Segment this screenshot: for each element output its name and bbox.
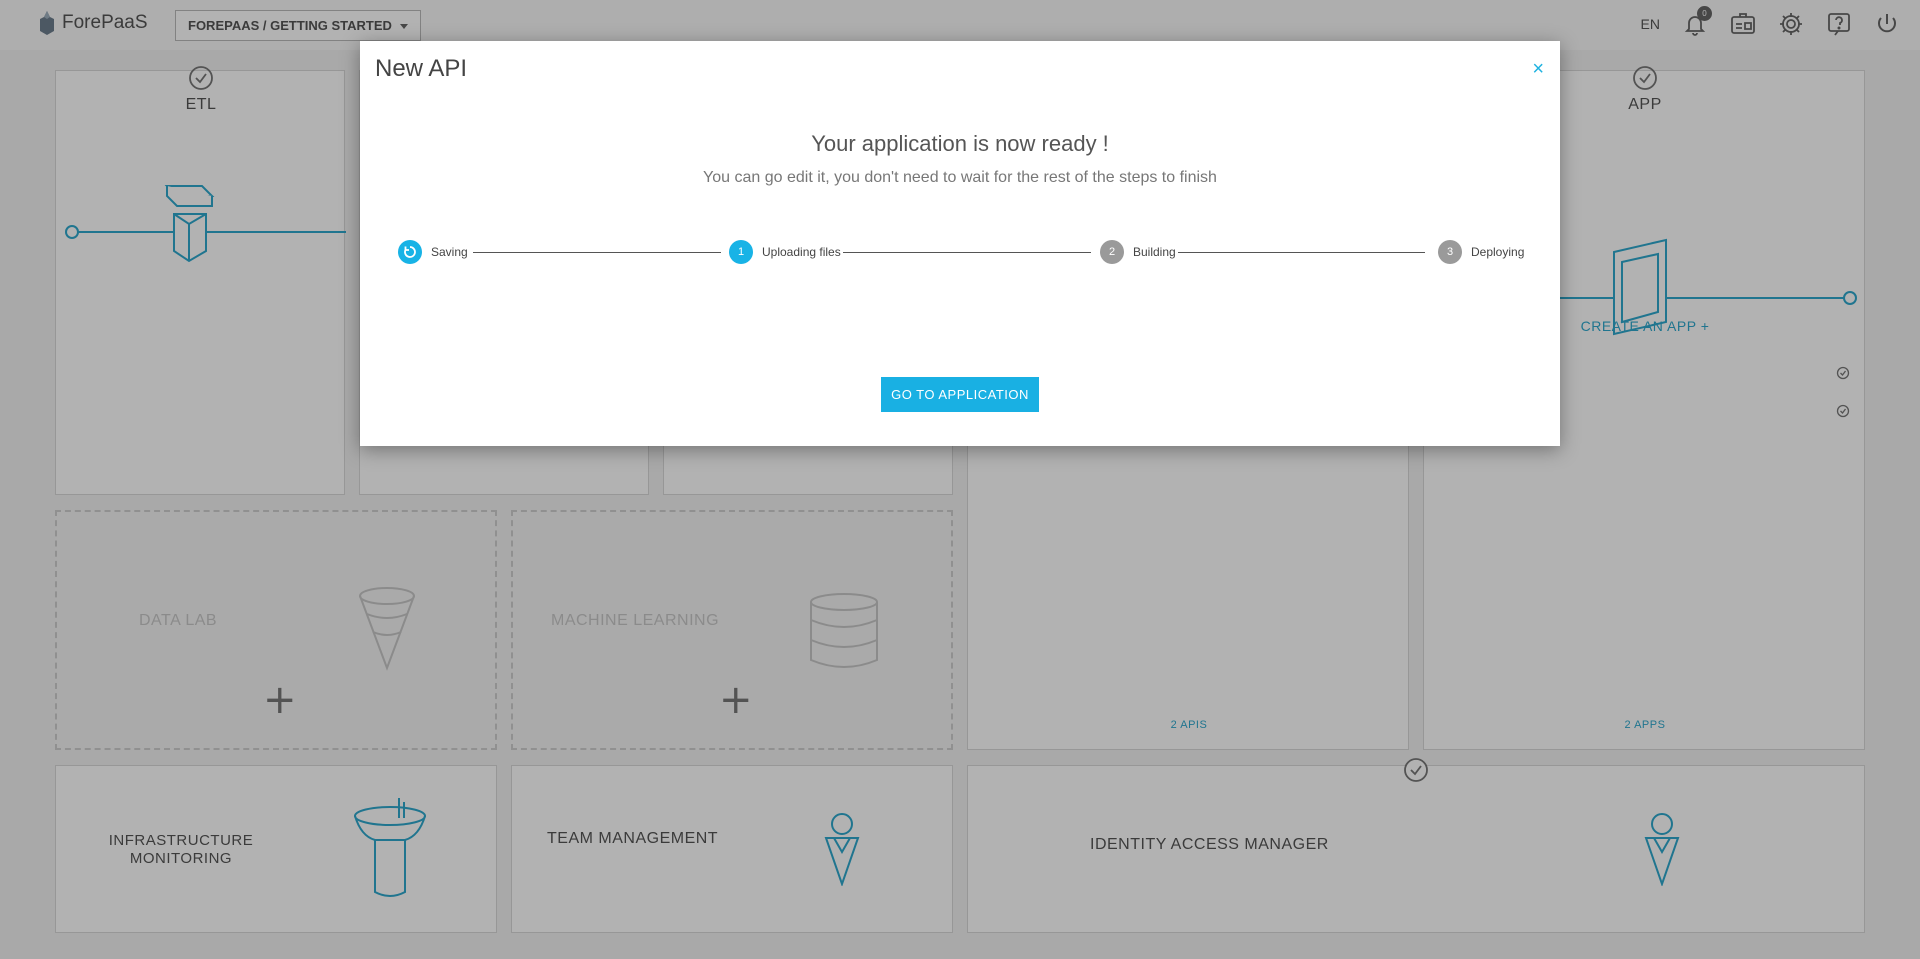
modal-title: New API xyxy=(375,55,468,82)
ready-heading: Your application is now ready ! xyxy=(811,131,1109,156)
new-api-modal: New API × Your application is now ready … xyxy=(360,41,1560,446)
step-label: Saving xyxy=(431,245,468,259)
step-number: 2 xyxy=(1100,240,1124,264)
step-label: Uploading files xyxy=(762,245,841,259)
step-number: 3 xyxy=(1438,240,1462,264)
close-icon[interactable]: × xyxy=(1532,59,1544,79)
step-building: 2 Building xyxy=(1100,240,1176,264)
step-deploying: 3 Deploying xyxy=(1438,240,1524,264)
spinner-icon xyxy=(398,240,422,264)
step-saving: Saving xyxy=(398,240,468,264)
step-connector xyxy=(843,252,1091,253)
step-label: Deploying xyxy=(1471,245,1525,259)
step-uploading-files: 1 Uploading files xyxy=(729,240,841,264)
step-label: Building xyxy=(1133,245,1176,259)
step-number: 1 xyxy=(729,240,753,264)
step-connector xyxy=(473,252,721,253)
step-connector xyxy=(1178,252,1425,253)
progress-steps: Saving 1 Uploading files 2 Building 3 De… xyxy=(398,240,1526,266)
ready-subtitle: You can go edit it, you don't need to wa… xyxy=(703,169,1217,186)
go-to-application-button[interactable]: GO TO APPLICATION xyxy=(881,377,1039,412)
